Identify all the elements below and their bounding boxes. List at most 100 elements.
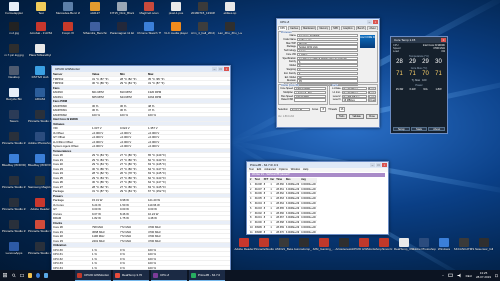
- maximize-button[interactable]: □: [376, 163, 381, 167]
- close-button[interactable]: ×: [224, 67, 229, 71]
- close-button[interactable]: ×: [441, 38, 446, 42]
- desktop-icon[interactable]: Lan_Zhu_Zhu_Loc_4...: [218, 22, 242, 42]
- desktop-icon[interactable]: Pinnacle Studio 23: [28, 242, 52, 262]
- store-icon[interactable]: [42, 270, 50, 281]
- search-icon[interactable]: [10, 270, 18, 281]
- close-button[interactable]: ×: [382, 163, 387, 167]
- desktop-icon[interactable]: m.7.pic.log.jpg: [2, 44, 26, 64]
- sensor-name: Core #6: [53, 180, 63, 184]
- coretemp-title-bar[interactable]: Core Temp 1.15 ×: [391, 37, 447, 43]
- desktop-icon[interactable]: Arm_4_ball_2019_20...: [191, 22, 215, 42]
- desktop-icon[interactable]: Formelapplet: [2, 2, 26, 22]
- desktop-icon-label: Maghreb scan: [139, 12, 159, 15]
- notifications-icon[interactable]: [493, 270, 500, 281]
- desktop-icon[interactable]: Desktop: [2, 66, 26, 86]
- validate-button[interactable]: Validate: [349, 114, 364, 119]
- desktop-icon[interactable]: Paramagnet 11 Elements...: [110, 22, 134, 42]
- task-view-icon[interactable]: [18, 270, 26, 281]
- cpuz-close-button[interactable]: Close: [365, 114, 378, 119]
- tab-memory[interactable]: Memory: [317, 26, 331, 30]
- prime95-menu-bar[interactable]: Test Edit Advanced Options Window Help: [247, 168, 388, 172]
- desktop-icon[interactable]: Adobe Reader: [28, 198, 52, 218]
- selection-dropdown[interactable]: Socket #1: [289, 107, 310, 112]
- desktop-icon[interactable]: BlueRay (W/DVD) - media: [2, 154, 26, 174]
- menu-edit[interactable]: Edit: [257, 168, 261, 172]
- tab-mainboard[interactable]: Mainboard: [301, 26, 317, 30]
- tab-graphics[interactable]: Graphics: [341, 26, 355, 30]
- desktop-icon[interactable]: DSTS/2 Hub: [28, 66, 52, 86]
- desktop-icon[interactable]: Recycle Bin: [2, 88, 26, 108]
- desktop-icon[interactable]: Pinnacle Studio Print: [28, 220, 52, 240]
- desktop-icon[interactable]: pixel-1.pos: [164, 2, 188, 22]
- desktop-icon[interactable]: Acrobat - 3 AV64: [29, 22, 53, 42]
- desktop-icon[interactable]: 20180715_133045...: [191, 2, 215, 22]
- sensor-name: Core #0: [53, 225, 63, 229]
- browser-icon[interactable]: [34, 270, 42, 281]
- taskbar-app[interactable]: CPU-Z: [151, 270, 187, 281]
- start-button[interactable]: ⊞: [0, 270, 10, 281]
- desktop-icon[interactable]: Foxpn XI: [56, 22, 80, 42]
- tab-bench[interactable]: Bench: [355, 26, 367, 30]
- tab-caches[interactable]: Caches: [288, 26, 301, 30]
- stats-button[interactable]: Stats: [410, 127, 428, 131]
- clock[interactable]: 13:25 28.07.2019: [474, 270, 493, 281]
- desktop-icon[interactable]: Samsung Magician: [28, 176, 52, 196]
- about-button[interactable]: About: [428, 127, 446, 131]
- hwmonitor-tree[interactable]: TMPIN2 31 °C (87 °F) 28 °C (82 °F) 35 °C (9…: [52, 77, 230, 270]
- cpuz-tabs[interactable]: CPU Caches Mainboard Memory SPD Graphics Bench…: [277, 25, 379, 30]
- cpuz-title-bar[interactable]: CPU-Z – ×: [277, 19, 379, 25]
- coretemp-gadget[interactable]: Core Temp 1.15 × CPU Intel Core i9 9900K S…: [390, 36, 448, 134]
- desktop-icon[interactable]: Pinnacle Studio 23: [2, 176, 26, 196]
- taskbar-app[interactable]: CPUID HWMonitor: [75, 270, 111, 281]
- menu-advanced[interactable]: Advanced: [264, 168, 276, 172]
- volume-icon[interactable]: [455, 270, 464, 281]
- network-icon[interactable]: [446, 270, 455, 281]
- hwmonitor-window[interactable]: CPUID HWMonitor – □ × Sensor Value Min Max…: [51, 65, 231, 271]
- desktop-icon[interactable]: Pinnacle Studio 23: [28, 110, 52, 130]
- menu-options[interactable]: Options: [279, 168, 288, 172]
- desktop-icon[interactable]: hwsensor_full: [472, 238, 496, 258]
- prime95-title-bar[interactable]: Prime95 - 64.7.0/.0.3 – □ ×: [247, 162, 388, 168]
- desktop-icon[interactable]: AIDA64: [28, 88, 52, 108]
- desktop-icon[interactable]: FIT15_Dink_Block...: [110, 2, 134, 22]
- taskbar-app[interactable]: Prime95 - 64.7.0: [189, 270, 225, 281]
- tools-button[interactable]: Tools: [335, 114, 348, 119]
- desktop-icon[interactable]: m.2.jpg: [2, 22, 26, 42]
- file-explorer-icon[interactable]: [26, 270, 34, 281]
- desktop-icon[interactable]: Pinnacle Studio 23: [2, 132, 26, 152]
- desktop-icon[interactable]: Mercedes-Benz Wallpapers: [56, 2, 80, 22]
- menu-test[interactable]: Test: [249, 168, 254, 172]
- menu-window[interactable]: Window: [291, 168, 300, 172]
- desktop-icon[interactable]: xdd127: [83, 2, 107, 22]
- desktop-icon[interactable]: PlaceToStandbyi: [28, 44, 52, 64]
- close-button[interactable]: ×: [373, 20, 378, 24]
- maximize-button[interactable]: □: [218, 67, 223, 71]
- minimize-button[interactable]: –: [370, 163, 375, 167]
- desktop-icon[interactable]: Pinnacle Studio 23: [2, 198, 26, 218]
- desktop-icon[interactable]: Chrome Sketch 75.0.0: [137, 22, 161, 42]
- tab-cpu[interactable]: CPU: [278, 26, 288, 30]
- desktop-icon[interactable]: BlueRay (W/DVD) - audio: [28, 154, 52, 174]
- prime95-window[interactable]: Prime95 - 64.7.0/.0.3 – □ × Test Edit Advanc…: [246, 161, 389, 235]
- setup-button[interactable]: Setup: [393, 127, 410, 131]
- desktop-icon-image: [35, 176, 45, 185]
- cpuz-window[interactable]: CPU-Z – × CPU Caches Mainboard Memory SPD Grap…: [276, 18, 380, 128]
- desktop-icon[interactable]: Maghreb scan: [137, 2, 161, 22]
- desktop-icon[interactable]: Adobe Photoshop: [28, 132, 52, 152]
- desktop-icon[interactable]: ebikes.sp: [218, 2, 242, 22]
- language-indicator[interactable]: DEU: [464, 270, 474, 281]
- desktop-icon[interactable]: Test: [29, 2, 53, 22]
- desktop-icon[interactable]: LenovoApps: [2, 242, 26, 262]
- menu-help[interactable]: Help: [303, 168, 308, 172]
- tab-spd[interactable]: SPD: [331, 26, 341, 30]
- sensor-max: 100 %: [148, 256, 156, 260]
- desktop-icon[interactable]: VLC media player: [164, 22, 188, 42]
- tab-about[interactable]: About: [367, 26, 378, 30]
- desktop-icon[interactable]: SiSandra_Benchmark...: [83, 22, 107, 42]
- minimize-button[interactable]: –: [367, 20, 372, 24]
- minimize-button[interactable]: –: [212, 67, 217, 71]
- taskbar-app[interactable]: RealTemp 3.70: [113, 270, 149, 281]
- desktop-icon[interactable]: Pinnacle Studio 23: [2, 220, 26, 240]
- desktop-icon[interactable]: Steam: [2, 110, 26, 130]
- hwmonitor-title-bar[interactable]: CPUID HWMonitor – □ ×: [52, 66, 230, 72]
